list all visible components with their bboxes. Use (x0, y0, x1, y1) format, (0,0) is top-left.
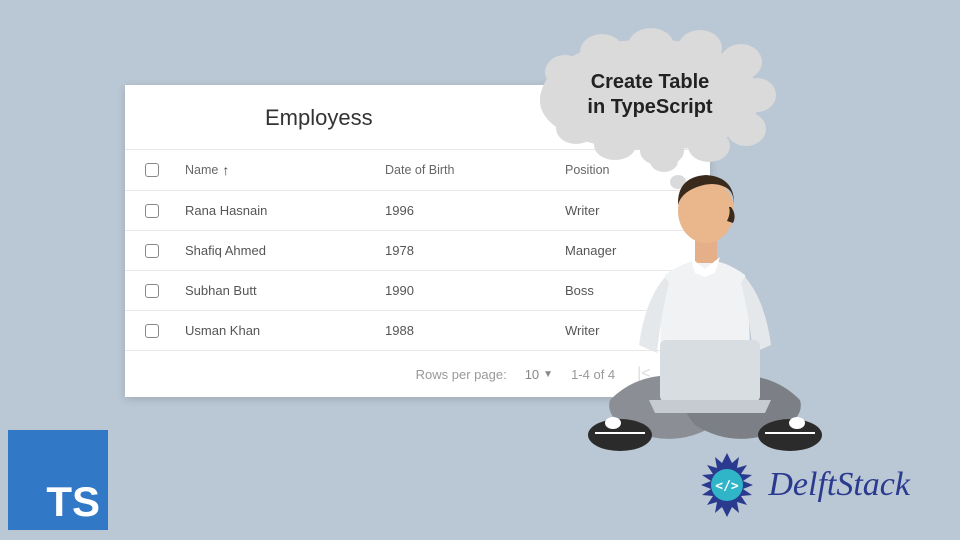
delftstack-icon: </> (692, 450, 762, 520)
rows-per-page-label: Rows per page: (416, 367, 507, 382)
delftstack-text: DelftStack (768, 466, 910, 504)
chevron-down-icon: ▼ (543, 369, 553, 380)
row-checkbox[interactable] (145, 324, 159, 338)
bubble-line2: in TypeScript (587, 95, 712, 120)
thought-bubble: Create Table in TypeScript (540, 40, 760, 150)
cell-dob: 1990 (385, 283, 565, 298)
cell-dob: 1978 (385, 243, 565, 258)
row-checkbox[interactable] (145, 204, 159, 218)
column-header-dob[interactable]: Date of Birth (385, 163, 565, 177)
header-checkbox-cell (145, 163, 185, 177)
column-header-name[interactable]: Name ↑ (185, 162, 385, 178)
rows-per-page-value: 10 (525, 367, 539, 382)
cell-dob: 1996 (385, 203, 565, 218)
cell-name: Subhan Butt (185, 283, 385, 298)
row-checkbox[interactable] (145, 284, 159, 298)
sort-arrow-up-icon: ↑ (222, 162, 229, 178)
cell-name: Usman Khan (185, 323, 385, 338)
cell-dob: 1988 (385, 323, 565, 338)
svg-text:</>: </> (716, 479, 740, 494)
bubble-line1: Create Table (587, 70, 712, 95)
delftstack-logo: </> DelftStack (692, 450, 910, 520)
person-illustration (565, 165, 845, 465)
cell-name: Rana Hasnain (185, 203, 385, 218)
rows-per-page-select[interactable]: 10 ▼ (525, 367, 553, 382)
column-header-name-label: Name (185, 163, 218, 177)
select-all-checkbox[interactable] (145, 163, 159, 177)
typescript-logo: TS (8, 430, 108, 530)
typescript-logo-text: TS (46, 478, 100, 526)
cell-name: Shafiq Ahmed (185, 243, 385, 258)
row-checkbox[interactable] (145, 244, 159, 258)
